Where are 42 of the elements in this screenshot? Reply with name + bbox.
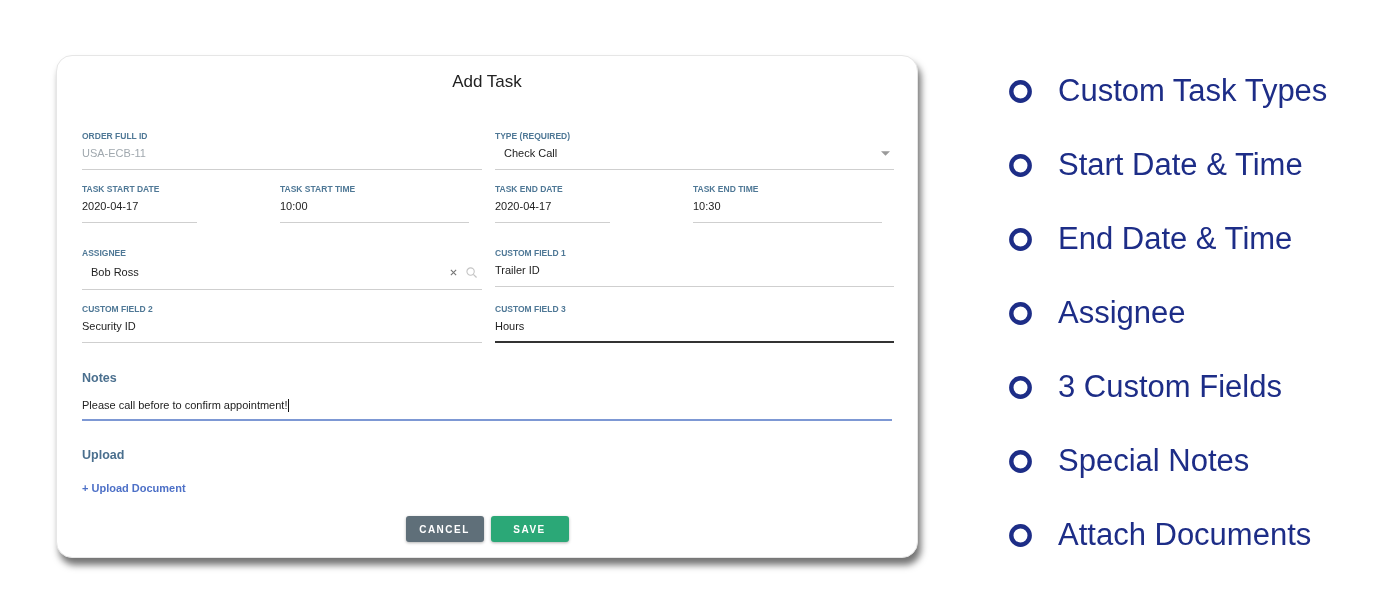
dialog-title: Add Task: [452, 72, 522, 92]
field-label: ORDER FULL ID: [82, 131, 149, 141]
date-field[interactable]: 2020-04-17: [82, 199, 197, 223]
field-label: TASK START TIME: [280, 184, 357, 194]
field-label: TASK START DATE: [82, 184, 161, 194]
upload-heading: Upload: [82, 447, 125, 463]
clear-icon[interactable]: [450, 268, 457, 276]
input-field[interactable]: Hours: [495, 319, 894, 343]
feature-label: Assignee: [1058, 295, 1186, 331]
field-label: TASK END TIME: [693, 184, 760, 194]
ring-icon: [1009, 301, 1032, 325]
ring-icon: [1009, 79, 1032, 103]
ring-icon: [1009, 153, 1032, 177]
field-label: TASK END DATE: [495, 184, 564, 194]
ring-icon: [1009, 449, 1032, 473]
ring-icon: [1009, 523, 1032, 547]
search-field[interactable]: Bob Ross: [82, 265, 482, 290]
time-field[interactable]: 10:00: [280, 199, 469, 223]
field-label: ASSIGNEE: [82, 248, 127, 258]
select-field[interactable]: Check Call: [495, 146, 894, 170]
feature-label: End Date & Time: [1058, 221, 1293, 257]
notes-heading: Notes: [82, 370, 117, 386]
time-field[interactable]: 10:30: [693, 199, 882, 223]
dropdown-caret-icon: [881, 150, 890, 156]
input-field[interactable]: Trailer ID: [495, 263, 894, 287]
field-label: CUSTOM FIELD 1: [495, 248, 567, 258]
field-label: CUSTOM FIELD 2: [82, 304, 154, 314]
field-label: CUSTOM FIELD 3: [495, 304, 567, 314]
feature-label: Start Date & Time: [1058, 147, 1303, 183]
feature-label: Attach Documents: [1058, 517, 1312, 553]
input-field[interactable]: Security ID: [82, 319, 482, 343]
upload-document-link[interactable]: + Upload Document: [82, 481, 186, 495]
ring-icon: [1009, 375, 1032, 399]
feature-label: 3 Custom Fields: [1058, 369, 1282, 405]
field-label: TYPE (REQUIRED): [495, 131, 572, 141]
date-field[interactable]: 2020-04-17: [495, 199, 610, 223]
text-cursor-icon: [288, 398, 290, 412]
cancel-button[interactable]: CANCEL: [405, 516, 484, 542]
feature-label: Special Notes: [1058, 443, 1250, 479]
feature-label: Custom Task Types: [1058, 73, 1328, 109]
notes-field[interactable]: Please call before to confirm appointment!: [82, 398, 892, 421]
ring-icon: [1009, 227, 1032, 251]
